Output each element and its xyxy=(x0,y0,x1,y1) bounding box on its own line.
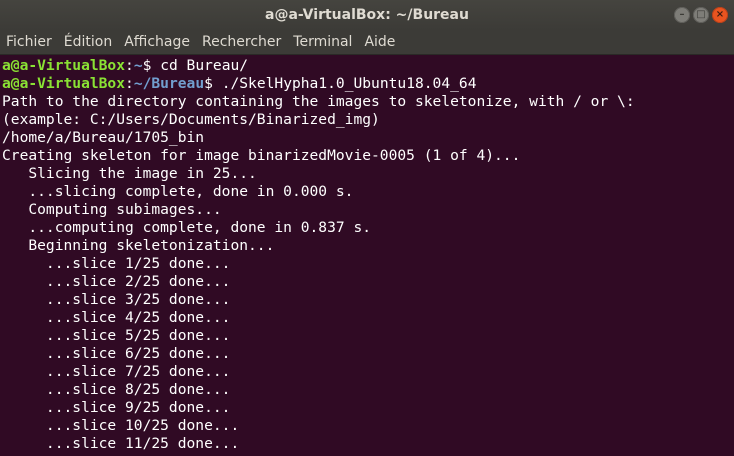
output-line: Beginning skeletonization... xyxy=(2,237,275,254)
menu-affichage[interactable]: Affichage xyxy=(118,30,196,54)
output-line: ...computing complete, done in 0.837 s. xyxy=(2,219,372,236)
menu-rechercher[interactable]: Rechercher xyxy=(196,30,287,54)
prompt-user: a@a-VirtualBox xyxy=(2,75,126,92)
terminal-output-area[interactable]: a@a-VirtualBox:~$ cd Bureau/ a@a-Virtual… xyxy=(0,55,734,456)
output-line: Creating skeleton for image binarizedMov… xyxy=(2,147,521,164)
prompt-user: a@a-VirtualBox xyxy=(2,57,126,74)
output-line: ...slice 4/25 done... xyxy=(2,309,231,326)
output-line: Computing subimages... xyxy=(2,201,222,218)
output-line: ...slice 11/25 done... xyxy=(2,435,240,452)
menu-fichier[interactable]: Fichier xyxy=(0,30,58,54)
prompt-symbol: $ xyxy=(204,75,222,92)
prompt-symbol: $ xyxy=(142,57,161,74)
menu-aide[interactable]: Aide xyxy=(358,30,401,54)
menu-terminal[interactable]: Terminal xyxy=(287,30,358,54)
prompt-separator: : xyxy=(125,75,134,92)
window-controls: – □ × xyxy=(674,7,728,23)
menu-bar: Fichier Édition Affichage Rechercher Ter… xyxy=(0,30,734,55)
output-line: (example: C:/Users/Documents/Binarized_i… xyxy=(2,111,380,128)
output-line: Slicing the image in 25... xyxy=(2,165,257,182)
title-bar[interactable]: a@a-VirtualBox: ~/Bureau – □ × xyxy=(0,0,734,30)
output-line: ...slice 6/25 done... xyxy=(2,345,231,362)
prompt-command: ./SkelHypha1.0_Ubuntu18.04_64 xyxy=(221,75,477,92)
prompt-command: cd Bureau/ xyxy=(160,57,249,74)
output-line: ...slice 7/25 done... xyxy=(2,363,231,380)
output-line: ...slice 1/25 done... xyxy=(2,255,231,272)
output-line: ...slicing complete, done in 0.000 s. xyxy=(2,183,354,200)
output-line: Path to the directory containing the ima… xyxy=(2,93,635,110)
menu-edition[interactable]: Édition xyxy=(58,30,118,54)
prompt-line: a@a-VirtualBox:~$ cd Bureau/ xyxy=(2,57,734,75)
output-line: ...slice 9/25 done... xyxy=(2,399,231,416)
prompt-line: a@a-VirtualBox:~/Bureau$ ./SkelHypha1.0_… xyxy=(2,75,734,93)
maximize-button[interactable]: □ xyxy=(693,7,709,23)
terminal-window: a@a-VirtualBox: ~/Bureau – □ × Fichier É… xyxy=(0,0,734,456)
output-line: ...slice 10/25 done... xyxy=(2,417,240,434)
minimize-button[interactable]: – xyxy=(674,7,690,23)
output-line: /home/a/Bureau/1705_bin xyxy=(2,129,205,146)
prompt-separator: : xyxy=(125,57,134,74)
output-line: ...slice 3/25 done... xyxy=(2,291,231,308)
output-line: ...slice 5/25 done... xyxy=(2,327,231,344)
prompt-path: ~/Bureau xyxy=(133,75,205,92)
output-line: ...slice 2/25 done... xyxy=(2,273,231,290)
close-button[interactable]: × xyxy=(712,7,728,23)
prompt-path: ~ xyxy=(133,57,143,74)
window-title: a@a-VirtualBox: ~/Bureau xyxy=(265,7,469,23)
output-line: ...slice 8/25 done... xyxy=(2,381,231,398)
